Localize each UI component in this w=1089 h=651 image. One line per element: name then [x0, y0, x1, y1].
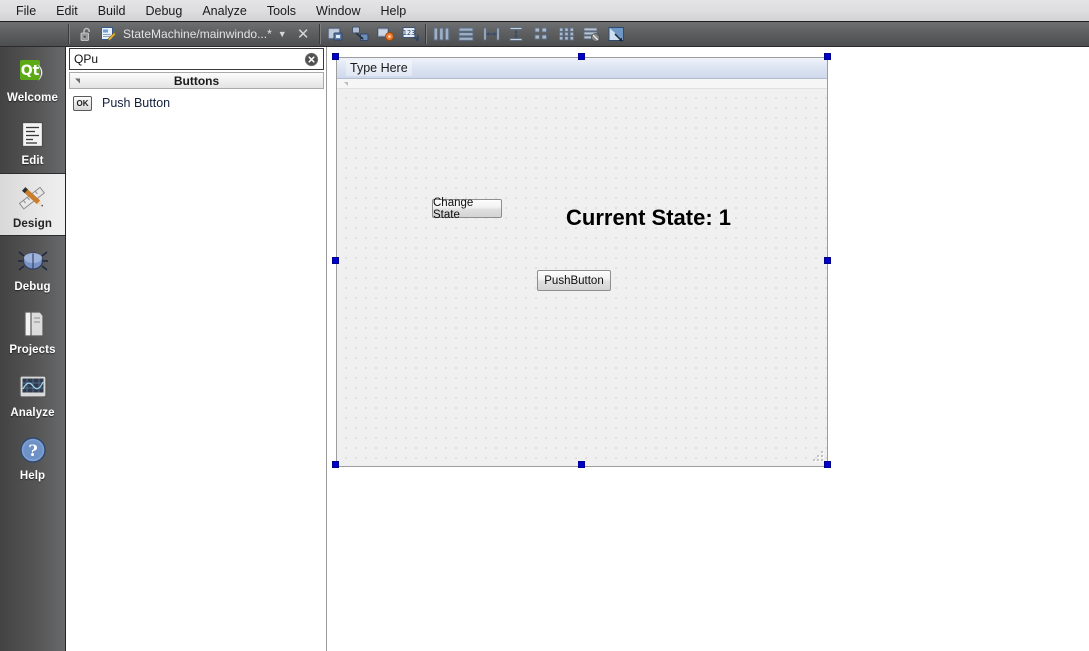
bug-icon — [16, 244, 50, 278]
handle-bottom-center[interactable] — [578, 461, 585, 468]
close-document-icon[interactable]: ✕ — [296, 27, 311, 42]
current-state-label[interactable]: Current State: 1 — [566, 205, 731, 231]
layout-horizontal-icon[interactable] — [430, 23, 453, 45]
widget-category-buttons[interactable]: Buttons — [69, 72, 324, 89]
widget-item-push-button[interactable]: OK Push Button — [67, 91, 326, 115]
handle-bottom-right[interactable] — [824, 461, 831, 468]
central-widget-strip — [337, 79, 827, 89]
change-state-button[interactable]: Change State — [432, 197, 502, 221]
handle-middle-left[interactable] — [332, 257, 339, 264]
designer-toolbar: StateMachine/mainwindo...* ▼ ✕ 123 — [0, 22, 1089, 47]
handle-top-left[interactable] — [332, 53, 339, 60]
oscilloscope-icon — [16, 370, 50, 404]
toolbar-separator — [68, 24, 70, 44]
handle-top-right[interactable] — [824, 53, 831, 60]
push-button-ok-icon: OK — [73, 95, 92, 111]
question-mark-icon: ? — [16, 433, 50, 467]
sidebar-item-projects[interactable]: Projects — [0, 299, 65, 362]
layout-vertical-icon[interactable] — [455, 23, 478, 45]
qt-creator-window: File Edit Build Debug Analyze Tools Wind… — [0, 0, 1089, 651]
unlocked-padlock-icon[interactable] — [76, 24, 96, 45]
edit-signals-slots-icon[interactable] — [349, 23, 372, 45]
widget-category-title: Buttons — [173, 73, 220, 88]
menu-tools[interactable]: Tools — [257, 2, 306, 20]
sidebar-label-welcome: Welcome — [7, 92, 58, 104]
splitter-vertical-icon[interactable] — [505, 23, 528, 45]
sidebar-item-edit[interactable]: Edit — [0, 110, 65, 173]
handle-middle-right[interactable] — [824, 257, 831, 264]
menu-edit[interactable]: Edit — [46, 2, 88, 20]
ui-file-icon — [99, 25, 117, 43]
mini-triangle-icon — [344, 82, 348, 86]
svg-text:Qt: Qt — [20, 63, 39, 79]
handle-bottom-left[interactable] — [332, 461, 339, 468]
menu-file[interactable]: File — [6, 2, 46, 20]
menubar-type-here-placeholder[interactable]: Type Here — [346, 60, 412, 76]
open-document-title[interactable]: StateMachine/mainwindo...* — [123, 27, 272, 41]
sidebar-item-design[interactable]: Design — [0, 173, 65, 236]
layout-form-icon[interactable] — [530, 23, 553, 45]
menubar: File Edit Build Debug Analyze Tools Wind… — [0, 0, 1089, 22]
form-canvas[interactable]: Change State Current State: 1 PushButton — [337, 79, 827, 466]
widget-filter-input[interactable] — [70, 50, 302, 68]
break-layout-icon[interactable] — [580, 23, 603, 45]
folder-icon — [16, 307, 50, 341]
toolbar-separator — [424, 24, 427, 44]
sidebar-label-projects: Projects — [9, 344, 56, 356]
widget-box-panel: Buttons OK Push Button — [67, 47, 326, 651]
sidebar-item-help[interactable]: ? Help — [0, 425, 65, 488]
toolbar-left-spacer — [0, 22, 66, 46]
menu-analyze[interactable]: Analyze — [192, 2, 256, 20]
push-button[interactable]: PushButton — [537, 270, 611, 291]
ruler-pencil-icon — [16, 181, 50, 215]
layout-grid-icon[interactable] — [555, 23, 578, 45]
svg-text:123: 123 — [402, 29, 415, 37]
handle-top-center[interactable] — [578, 53, 585, 60]
sidebar-item-analyze[interactable]: Analyze — [0, 362, 65, 425]
svg-text:?: ? — [28, 441, 37, 460]
clear-circle-x-icon[interactable] — [302, 50, 320, 68]
sidebar-label-analyze: Analyze — [10, 407, 55, 419]
document-lines-icon — [16, 118, 50, 152]
menu-build[interactable]: Build — [88, 2, 136, 20]
widget-filter-row — [69, 48, 324, 70]
edit-buddies-icon[interactable] — [374, 23, 397, 45]
edit-widgets-icon[interactable] — [324, 23, 347, 45]
mode-sidebar: Qt Welcome Edit Design Debug Projects An… — [0, 47, 66, 651]
menu-debug[interactable]: Debug — [136, 2, 193, 20]
sidebar-label-debug: Debug — [14, 281, 51, 293]
adjust-size-icon[interactable] — [605, 23, 628, 45]
sidebar-label-help: Help — [19, 470, 46, 482]
sidebar-item-debug[interactable]: Debug — [0, 236, 65, 299]
edit-tab-order-icon[interactable]: 123 — [399, 23, 422, 45]
menu-window[interactable]: Window — [306, 2, 370, 20]
sidebar-label-design: Design — [13, 218, 52, 230]
sidebar-item-welcome[interactable]: Qt Welcome — [0, 47, 65, 110]
toolbar-separator — [318, 24, 321, 44]
form-menubar[interactable]: Type Here — [337, 58, 827, 79]
qt-logo-icon: Qt — [16, 55, 50, 89]
sidebar-label-edit: Edit — [21, 155, 44, 167]
menu-help[interactable]: Help — [370, 2, 416, 20]
splitter-horizontal-icon[interactable] — [480, 23, 503, 45]
form-window[interactable]: Type Here Change State Current State: 1 … — [336, 57, 828, 467]
widget-item-label: Push Button — [102, 96, 171, 110]
collapse-triangle-icon — [75, 78, 80, 83]
chevron-down-icon[interactable]: ▼ — [278, 29, 287, 39]
form-editor-area: Type Here Change State Current State: 1 … — [327, 47, 1089, 651]
